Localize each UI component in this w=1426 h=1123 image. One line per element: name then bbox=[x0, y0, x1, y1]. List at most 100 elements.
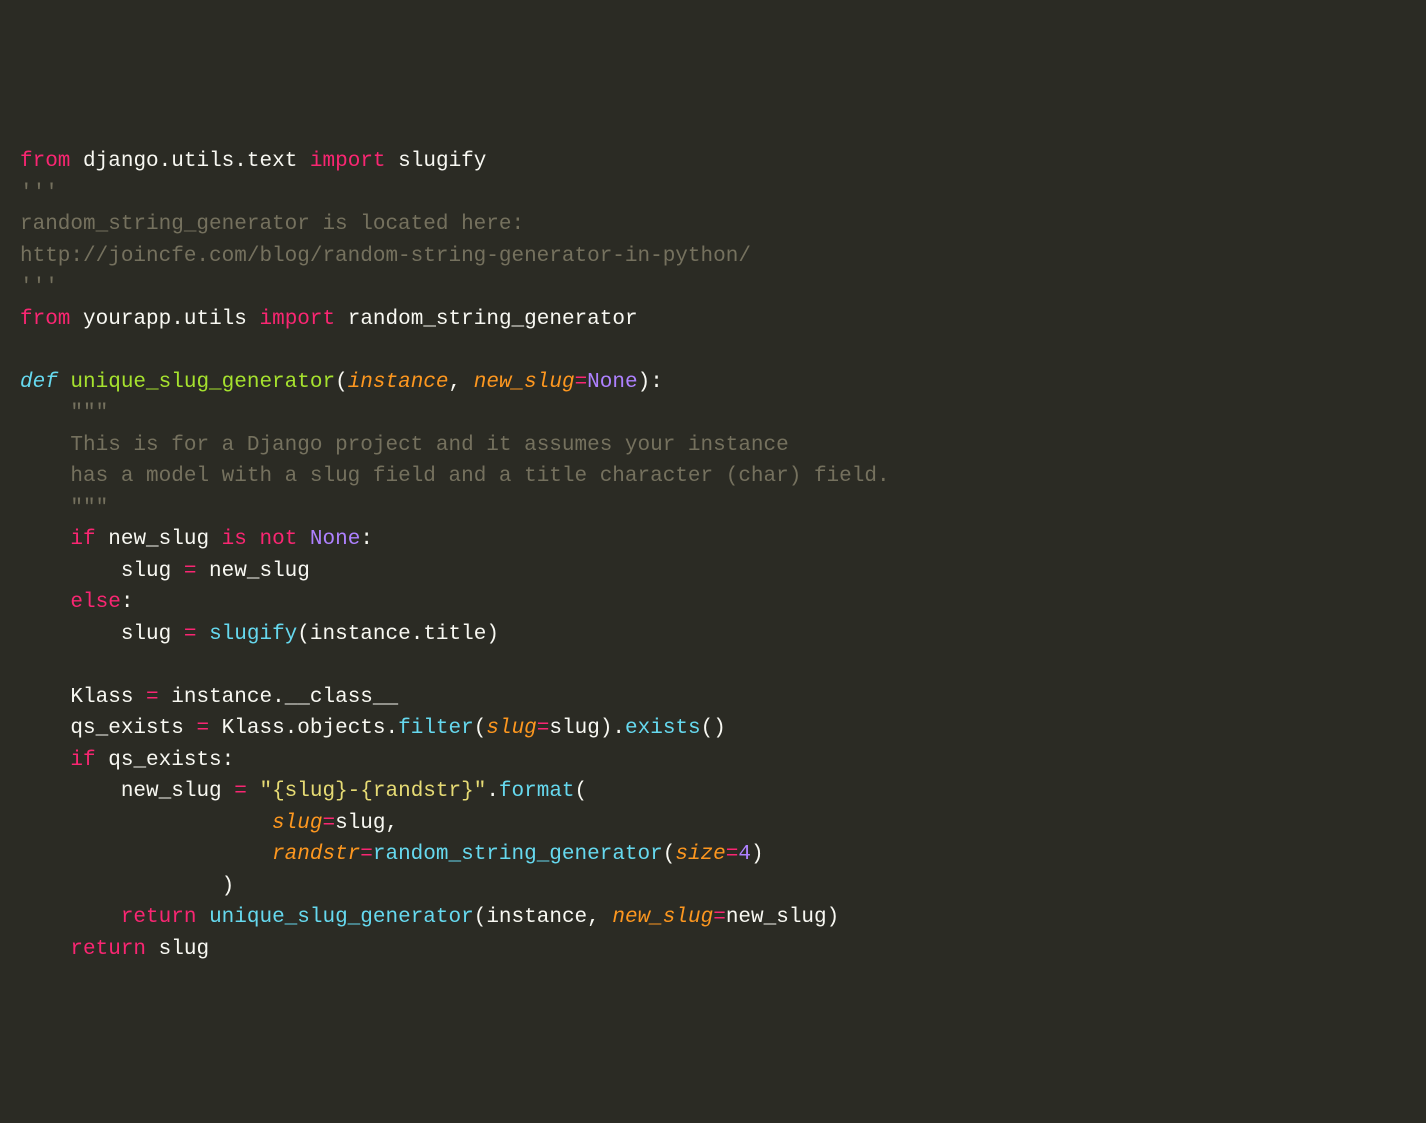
space bbox=[247, 528, 260, 551]
dot: . bbox=[171, 308, 184, 331]
module: django bbox=[83, 150, 159, 173]
keyword-import: import bbox=[310, 150, 386, 173]
comma: , bbox=[386, 812, 399, 835]
colon: : bbox=[222, 749, 235, 772]
paren: ) bbox=[638, 371, 651, 394]
code-line-6: from yourapp.utils import random_string_… bbox=[20, 308, 638, 331]
code-block: from django.utils.text import slugify ''… bbox=[20, 146, 1406, 965]
operator: = bbox=[322, 812, 335, 835]
code-line-16: slug = slugify(instance.title) bbox=[20, 623, 499, 646]
indent bbox=[20, 402, 70, 425]
code-line-11: has a model with a slug field and a titl… bbox=[20, 465, 890, 488]
code-line-15: else: bbox=[20, 591, 133, 614]
none-literal: None bbox=[310, 528, 360, 551]
imported-name: random_string_generator bbox=[348, 308, 638, 331]
paren: ) bbox=[827, 906, 840, 929]
code-line-9: """ bbox=[20, 402, 108, 425]
paren: ) bbox=[751, 843, 764, 866]
space bbox=[196, 623, 209, 646]
indent bbox=[20, 717, 70, 740]
indent bbox=[20, 812, 272, 835]
operator: = bbox=[184, 560, 197, 583]
indent bbox=[20, 749, 70, 772]
colon: : bbox=[121, 591, 134, 614]
code-line-12: """ bbox=[20, 497, 108, 520]
kwarg: size bbox=[675, 843, 725, 866]
indent bbox=[20, 560, 121, 583]
keyword-else: else bbox=[70, 591, 120, 614]
indent bbox=[20, 465, 70, 488]
kwarg: randstr bbox=[272, 843, 360, 866]
docstring-quotes: ''' bbox=[20, 276, 58, 299]
paren: ( bbox=[335, 371, 348, 394]
paren: ( bbox=[297, 623, 310, 646]
indent bbox=[20, 591, 70, 614]
attribute: objects bbox=[297, 717, 385, 740]
keyword-is: is bbox=[222, 528, 247, 551]
operator: = bbox=[575, 371, 588, 394]
function-name: unique_slug_generator bbox=[70, 371, 335, 394]
kwarg: new_slug bbox=[612, 906, 713, 929]
keyword-if: if bbox=[70, 528, 95, 551]
space bbox=[209, 717, 222, 740]
number-literal: 4 bbox=[738, 843, 751, 866]
indent bbox=[20, 497, 70, 520]
dot: . bbox=[411, 623, 424, 646]
indent bbox=[20, 780, 121, 803]
code-line-26: return slug bbox=[20, 938, 209, 961]
operator: = bbox=[196, 717, 209, 740]
module: yourapp bbox=[83, 308, 171, 331]
operator: = bbox=[713, 906, 726, 929]
indent bbox=[20, 906, 121, 929]
comma: , bbox=[449, 371, 474, 394]
docstring-quotes: """ bbox=[70, 497, 108, 520]
docstring-url: http://joincfe.com/blog/random-string-ge… bbox=[20, 245, 751, 268]
paren: ) bbox=[600, 717, 613, 740]
code-line-5: ''' bbox=[20, 276, 58, 299]
code-line-18: Klass = instance.__class__ bbox=[20, 686, 398, 709]
keyword-from: from bbox=[20, 150, 70, 173]
indent bbox=[20, 875, 222, 898]
argument: new_slug bbox=[726, 906, 827, 929]
variable: Klass bbox=[70, 686, 146, 709]
kwarg: slug bbox=[272, 812, 322, 835]
code-line-8: def unique_slug_generator(instance, new_… bbox=[20, 371, 663, 394]
argument: slug bbox=[335, 812, 385, 835]
code-line-25: return unique_slug_generator(instance, n… bbox=[20, 906, 839, 929]
variable: new_slug bbox=[196, 560, 309, 583]
indent bbox=[20, 938, 70, 961]
code-line-22: slug=slug, bbox=[20, 812, 398, 835]
keyword-return: return bbox=[121, 906, 197, 929]
module: text bbox=[247, 150, 297, 173]
none-literal: None bbox=[587, 371, 637, 394]
module: utils bbox=[171, 150, 234, 173]
code-line-23: randstr=random_string_generator(size=4) bbox=[20, 843, 764, 866]
argument: instance bbox=[310, 623, 411, 646]
attribute: title bbox=[423, 623, 486, 646]
keyword-import: import bbox=[259, 308, 335, 331]
space bbox=[247, 780, 260, 803]
colon: : bbox=[650, 371, 663, 394]
comma: , bbox=[587, 906, 612, 929]
attribute: __class__ bbox=[285, 686, 398, 709]
operator: = bbox=[726, 843, 739, 866]
docstring-quotes: ''' bbox=[20, 182, 58, 205]
operator: = bbox=[146, 686, 159, 709]
paren: ( bbox=[663, 843, 676, 866]
paren: ( bbox=[474, 717, 487, 740]
paren: ( bbox=[474, 906, 487, 929]
code-line-21: new_slug = "{slug}-{randstr}".format( bbox=[20, 780, 587, 803]
paren: ) bbox=[486, 623, 499, 646]
kwarg: slug bbox=[486, 717, 536, 740]
variable: slug bbox=[146, 938, 209, 961]
parameter: new_slug bbox=[474, 371, 575, 394]
indent bbox=[20, 434, 70, 457]
paren: ( bbox=[575, 780, 588, 803]
space bbox=[297, 528, 310, 551]
function-call: format bbox=[499, 780, 575, 803]
operator: = bbox=[234, 780, 247, 803]
docstring-quotes: """ bbox=[70, 402, 108, 425]
code-line-24: ) bbox=[20, 875, 234, 898]
dot: . bbox=[234, 150, 247, 173]
indent bbox=[20, 686, 70, 709]
